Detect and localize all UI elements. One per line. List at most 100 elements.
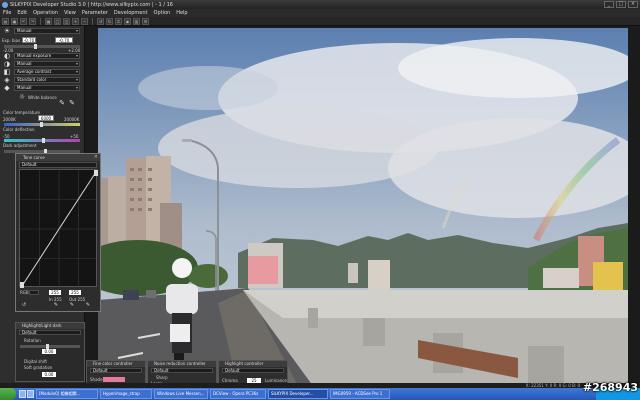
watermark: #268943 bbox=[582, 381, 638, 394]
color-dropdown[interactable]: Standard color bbox=[14, 77, 80, 83]
app-icon bbox=[2, 1, 8, 8]
taskbar: [Module0] 相機相關... Hyperimage_strap Windo… bbox=[0, 388, 640, 400]
channel-dropdown[interactable] bbox=[29, 290, 39, 295]
rotation-value[interactable]: 0.00 bbox=[42, 349, 56, 354]
minimize-button[interactable]: _ bbox=[604, 1, 614, 8]
color-temp-min: 2000K bbox=[3, 117, 16, 122]
exposure-input-2[interactable]: -0.70 bbox=[55, 37, 73, 43]
rgb-channel-label: RGB bbox=[20, 290, 29, 295]
white-balance-icon: ☼ bbox=[18, 93, 26, 101]
rotation-slider[interactable] bbox=[20, 344, 80, 349]
redo-icon[interactable]: ↷ bbox=[29, 17, 36, 25]
curve-reset-icon[interactable]: ↺ bbox=[21, 302, 27, 308]
fine-color-preset[interactable]: Default bbox=[90, 368, 142, 373]
taskbar-item[interactable]: DCView - Opera PC36s bbox=[210, 389, 266, 399]
toolbar: ▤ ▣ ↶ ↷ ▦ □ ◫ + − ↺ ↻ ⌗ ◉ ▥ ⚙ bbox=[0, 17, 640, 26]
fine-color-title: Fine color controller bbox=[87, 361, 145, 367]
digital-shift-label[interactable]: Digital shift bbox=[24, 359, 47, 364]
curve-in-input[interactable]: 255 bbox=[49, 290, 61, 295]
color-temp-max: 20000K bbox=[64, 117, 80, 122]
tone-curve-graph[interactable] bbox=[19, 169, 98, 288]
single-view-icon[interactable]: □ bbox=[54, 17, 61, 25]
rotate-left-icon[interactable]: ↺ bbox=[97, 17, 104, 25]
tone-curve-close-icon[interactable]: × bbox=[94, 154, 98, 161]
tone-curve-inputs: RGB 255 255 In 255 Out 255 ↺ ✎ ✎ ✎ bbox=[19, 289, 99, 311]
tone-curve-preset-dropdown[interactable]: Default bbox=[19, 162, 97, 168]
menu-option[interactable]: Option bbox=[154, 10, 171, 16]
open-icon[interactable]: ▤ bbox=[2, 17, 9, 25]
close-button[interactable]: × bbox=[628, 1, 638, 8]
title-bar: SILKYPIX Developer Studio 3.0 | http://w… bbox=[0, 0, 640, 9]
menu-edit[interactable]: Edit bbox=[17, 10, 27, 16]
settings-icon[interactable]: ⚙ bbox=[142, 17, 149, 25]
exposure-input[interactable]: -0.70 bbox=[22, 37, 36, 43]
curve-pen-icon[interactable]: ✎ bbox=[69, 302, 75, 308]
noise-reduction-preset[interactable]: Default bbox=[151, 368, 213, 373]
tone-curve-title[interactable]: Tone curve bbox=[16, 154, 100, 161]
color-deflection-label: Color deflection bbox=[3, 127, 35, 132]
wb-icon: ◑ bbox=[3, 60, 11, 68]
taskbar-item[interactable]: [Module0] 相機相關... bbox=[36, 389, 98, 399]
histogram-icon[interactable]: ▥ bbox=[133, 17, 140, 25]
menu-development[interactable]: Development bbox=[114, 10, 148, 16]
color-temp-slider[interactable] bbox=[4, 122, 80, 127]
curve-out-input[interactable]: 255 bbox=[69, 290, 81, 295]
rotation-checkbox-label[interactable]: Rotation bbox=[24, 338, 41, 343]
highlight-controller-preset[interactable]: Default bbox=[222, 368, 284, 373]
color-deflection-slider[interactable] bbox=[4, 138, 80, 143]
toolbar-separator bbox=[92, 17, 93, 25]
curve-point-icon[interactable]: ✎ bbox=[53, 302, 59, 308]
sharpness-dropdown[interactable]: Manual bbox=[14, 85, 80, 91]
curve-pick-icon[interactable]: ✎ bbox=[85, 302, 91, 308]
highlight-panel: Highlight/Light dark Default Rotation 0.… bbox=[15, 322, 85, 382]
noise-reduction-title: Noise reduction controller bbox=[148, 361, 216, 367]
maximize-button[interactable]: □ bbox=[616, 1, 626, 8]
zoom-in-icon[interactable]: + bbox=[72, 17, 79, 25]
toolbar-separator bbox=[40, 17, 41, 25]
highlight-preset-dropdown[interactable]: Default bbox=[19, 330, 81, 335]
undo-icon[interactable]: ↶ bbox=[20, 17, 27, 25]
zoom-out-icon[interactable]: − bbox=[81, 17, 88, 25]
start-button[interactable] bbox=[0, 388, 16, 400]
color-temp-input[interactable]: 6000 bbox=[38, 115, 54, 121]
contrast-icon: ◧ bbox=[3, 68, 11, 76]
exposure-mode-dropdown[interactable]: Manual exposure bbox=[14, 53, 80, 59]
contrast-dropdown[interactable]: Average contrast bbox=[14, 69, 80, 75]
soft-gradation-label[interactable]: Soft gradation bbox=[24, 365, 52, 370]
eyedropper-2-icon[interactable]: ✎ bbox=[68, 99, 76, 107]
eyedropper-icon[interactable]: ✎ bbox=[58, 99, 66, 107]
dark-adjustment-label: Dark adjustment bbox=[3, 143, 37, 148]
taskbar-item[interactable]: Hyperimage_strap bbox=[100, 389, 152, 399]
menu-view[interactable]: View bbox=[64, 10, 76, 16]
menu-help[interactable]: Help bbox=[176, 10, 187, 16]
shade-color-swatch[interactable] bbox=[103, 377, 125, 382]
image-preview[interactable] bbox=[98, 28, 628, 386]
quicklaunch-icon[interactable] bbox=[19, 390, 26, 398]
rotate-right-icon[interactable]: ↻ bbox=[106, 17, 113, 25]
app-window: SILKYPIX Developer Studio 3.0 | http://w… bbox=[0, 0, 640, 400]
taskbar-item[interactable]: SILKYPIX Developer... bbox=[268, 389, 328, 399]
menu-bar: File Edit Operation View Parameter Devel… bbox=[0, 9, 640, 17]
menu-parameter[interactable]: Parameter bbox=[82, 10, 108, 16]
fine-color-shade-label: Shade bbox=[90, 377, 103, 382]
taskbar-item[interactable]: IMG0959 - ACDSee Pro 1 bbox=[330, 389, 390, 399]
tone-curve-svg bbox=[20, 170, 98, 288]
highlight-panel-title: Highlight/Light dark bbox=[16, 323, 84, 329]
develop-icon[interactable]: ◉ bbox=[124, 17, 131, 25]
photo-image bbox=[98, 28, 628, 386]
crop-icon[interactable]: ⌗ bbox=[115, 17, 122, 25]
window-title: SILKYPIX Developer Studio 3.0 | http://w… bbox=[10, 1, 173, 8]
menu-operation[interactable]: Operation bbox=[33, 10, 58, 16]
preset-dropdown[interactable]: Manual bbox=[14, 28, 80, 34]
quicklaunch-icon[interactable] bbox=[27, 390, 34, 398]
highlight-controller-title: Highlight controller bbox=[219, 361, 287, 367]
compare-icon[interactable]: ◫ bbox=[63, 17, 70, 25]
grid-view-icon[interactable]: ▦ bbox=[45, 17, 52, 25]
taskbar-item[interactable]: Windows Live Messen... bbox=[154, 389, 208, 399]
shift-value[interactable]: 0.00 bbox=[42, 372, 56, 377]
sharpness-icon: ◆ bbox=[4, 84, 10, 92]
save-icon[interactable]: ▣ bbox=[11, 17, 18, 25]
menu-file[interactable]: File bbox=[3, 10, 11, 16]
wb-dropdown[interactable]: Manual bbox=[14, 61, 80, 67]
tone-curve-window: Tone curve × Default RGB 255 255 In 255 … bbox=[15, 153, 101, 312]
